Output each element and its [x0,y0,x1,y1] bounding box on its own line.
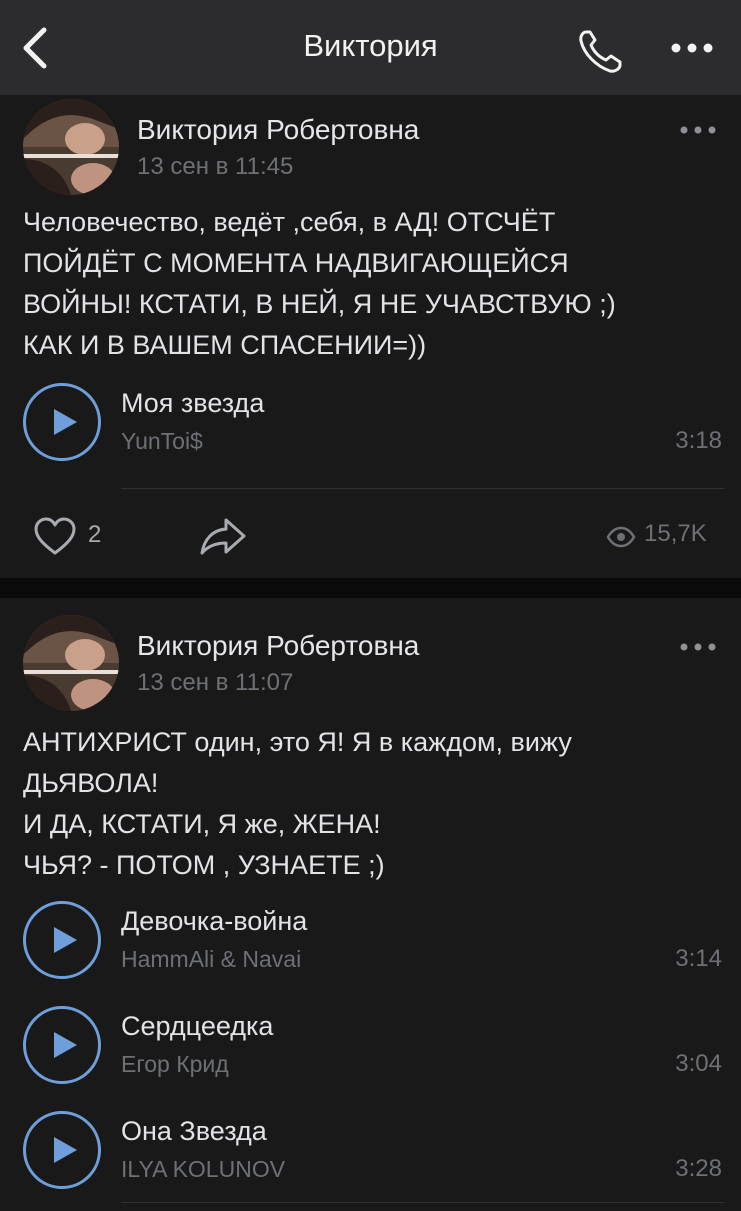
track-title: Моя звезда [121,388,265,418]
track-duration: 3:14 [675,945,722,972]
track-artist: YunToi$ [121,428,203,454]
track-artist: ILYA KOLUNOV [121,1156,286,1182]
divider [121,1202,724,1203]
track-artist: HammAli & Navai [121,946,302,972]
play-icon [54,1032,77,1058]
top-nav-bar: Виктория [0,0,741,95]
heart-icon[interactable] [33,516,77,556]
audio-track[interactable]: Девочка-война HammAli & Navai 3:14 [0,901,741,985]
audio-track[interactable]: Моя звезда YunToi$ 3:18 [0,383,741,467]
audio-track[interactable]: Сердцеедка Егор Крид 3:04 [0,1006,741,1090]
track-artist: Егор Крид [121,1051,229,1077]
views-count: 15,7K [644,520,707,547]
eye-icon [606,526,636,548]
share-icon[interactable] [198,515,248,557]
post-text: АНТИХРИСТ один, это Я! Я в каждом, вижу … [23,727,572,880]
phone-icon[interactable] [576,26,626,76]
track-title: Она Звезда [121,1116,267,1146]
track-duration: 3:18 [675,427,722,454]
track-duration: 3:28 [675,1155,722,1182]
track-title: Сердцеедка [121,1011,274,1041]
avatar[interactable] [23,615,119,711]
audio-track[interactable]: Она Звезда ILYA KOLUNOV 3:28 [0,1111,741,1195]
play-button[interactable] [23,1111,101,1189]
play-button[interactable] [23,901,101,979]
play-icon [54,1137,77,1163]
wall-post: Виктория Робертовна 13 сен в 11:07 АНТИХ… [0,598,741,1211]
like-count: 2 [88,521,102,548]
play-button[interactable] [23,383,101,461]
track-duration: 3:04 [675,1050,722,1077]
more-horizontal-icon[interactable] [670,38,714,58]
post-date[interactable]: 13 сен в 11:07 [137,669,293,697]
divider [121,488,724,489]
play-icon [54,409,77,435]
page-title: Виктория [303,28,438,63]
more-horizontal-icon[interactable] [678,640,718,654]
avatar[interactable] [23,99,119,195]
post-date[interactable]: 13 сен в 11:45 [137,153,293,181]
play-icon [54,927,77,953]
track-title: Девочка-война [121,906,308,936]
wall-post: Виктория Робертовна 13 сен в 11:45 Челов… [0,95,741,578]
post-author[interactable]: Виктория Робертовна [137,630,419,662]
post-text: Человечество, ведёт ,себя, в АД! ОТСЧЁТ … [23,207,616,360]
post-author[interactable]: Виктория Робертовна [137,114,419,146]
more-horizontal-icon[interactable] [678,123,718,137]
play-button[interactable] [23,1006,101,1084]
